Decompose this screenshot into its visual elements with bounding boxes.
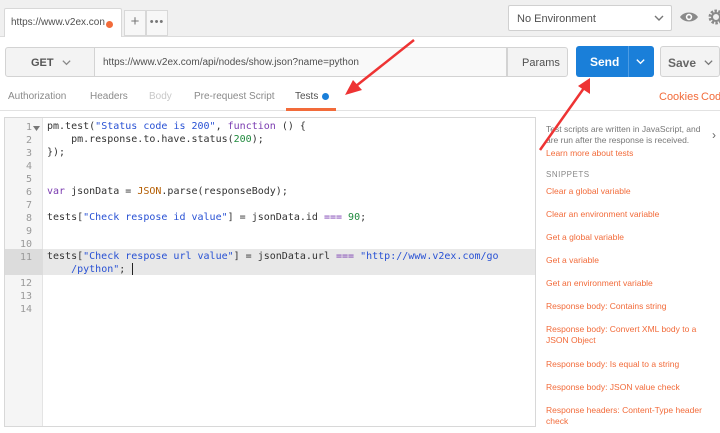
tab-tests[interactable]: Tests bbox=[295, 91, 318, 102]
line-number: 12 bbox=[19, 278, 32, 289]
send-label: Send bbox=[590, 55, 620, 69]
tab-pre-request-script[interactable]: Pre-request Script bbox=[194, 91, 275, 102]
line-number: 14 bbox=[19, 304, 32, 315]
tests-active-dot-icon bbox=[322, 93, 329, 100]
fold-arrow-icon[interactable] bbox=[33, 125, 40, 132]
save-label: Save bbox=[668, 56, 697, 70]
method-select[interactable]: GET bbox=[5, 47, 95, 77]
url-value: https://www.v2ex.com/api/nodes/show.json… bbox=[103, 57, 359, 68]
line-number: 8 bbox=[25, 213, 32, 224]
chevron-down-icon bbox=[654, 15, 664, 21]
code-line-3: }); bbox=[47, 147, 66, 158]
chevron-down-icon[interactable] bbox=[703, 57, 714, 68]
snippets-heading: SNIPPETS bbox=[546, 170, 590, 179]
tab-authorization[interactable]: Authorization bbox=[8, 91, 66, 102]
unsaved-dot-icon bbox=[106, 21, 113, 28]
request-tab-label: https://www.v2ex.con bbox=[11, 17, 105, 28]
code-line-11-wrap: /python"; bbox=[71, 264, 126, 275]
environment-label: No Environment bbox=[517, 13, 596, 25]
postman-window: https://www.v2ex.con + ••• No Environmen… bbox=[0, 0, 720, 433]
method-label: GET bbox=[31, 57, 54, 69]
tests-help-text: Test scripts are written in JavaScript, … bbox=[546, 124, 701, 145]
tab-body[interactable]: Body bbox=[149, 91, 172, 102]
line-number: 10 bbox=[19, 239, 32, 250]
code-line-2: pm.response.to.have.status(200); bbox=[47, 134, 264, 145]
line-number: 2 bbox=[25, 135, 32, 146]
line-number: 1 bbox=[25, 122, 32, 133]
snippets-panel: Test scripts are written in JavaScript, … bbox=[536, 112, 720, 433]
code-line-11: tests["Check respose url value"] = jsonD… bbox=[47, 251, 499, 262]
tests-code-editor[interactable]: 1 2 3 4 5 6 7 8 9 10 11 12 13 14 pm.test… bbox=[4, 117, 536, 427]
send-divider bbox=[628, 46, 629, 77]
line-number: 11 bbox=[19, 252, 32, 263]
code-line-1: pm.test("Status code is 200", function (… bbox=[47, 121, 306, 132]
learn-more-link[interactable]: Learn more about tests bbox=[546, 148, 633, 158]
url-input[interactable]: https://www.v2ex.com/api/nodes/show.json… bbox=[95, 47, 507, 77]
params-button[interactable]: Params bbox=[507, 47, 568, 77]
environment-select[interactable]: No Environment bbox=[508, 5, 672, 31]
line-number: 4 bbox=[25, 161, 32, 172]
cookies-link[interactable]: Cookies bbox=[659, 91, 699, 103]
code-line-6: var jsonData = JSON.parse(responseBody); bbox=[47, 186, 288, 197]
code-link[interactable]: Code bbox=[701, 91, 720, 103]
request-tab[interactable]: https://www.v2ex.con bbox=[4, 8, 122, 37]
chevron-down-icon[interactable] bbox=[635, 56, 646, 67]
snippet-item[interactable]: Get a variable bbox=[546, 255, 720, 266]
tab-headers[interactable]: Headers bbox=[90, 91, 128, 102]
snippet-item[interactable]: Response body: Convert XML body to a JSO… bbox=[546, 324, 720, 346]
request-subtabs: Authorization Headers Body Pre-request S… bbox=[0, 83, 720, 111]
snippet-item[interactable]: Response body: Is equal to a string bbox=[546, 359, 720, 370]
request-tab-bar: https://www.v2ex.con + ••• No Environmen… bbox=[0, 0, 720, 37]
snippet-item[interactable]: Clear an environment variable bbox=[546, 209, 720, 220]
send-button[interactable]: Send bbox=[576, 46, 654, 77]
more-tabs-button[interactable]: ••• bbox=[146, 10, 168, 36]
snippet-item[interactable]: Response headers: Content-Type header ch… bbox=[546, 405, 720, 427]
line-number: 6 bbox=[25, 187, 32, 198]
gear-icon[interactable] bbox=[705, 6, 720, 28]
line-number: 9 bbox=[25, 226, 32, 237]
line-number: 3 bbox=[25, 148, 32, 159]
add-tab-button[interactable]: + bbox=[124, 10, 146, 36]
eye-icon[interactable] bbox=[678, 6, 700, 28]
snippet-item[interactable]: Response body: Contains string bbox=[546, 301, 720, 312]
params-label: Params bbox=[522, 57, 560, 69]
snippet-item[interactable]: Response body: JSON value check bbox=[546, 382, 720, 393]
snippet-item[interactable]: Clear a global variable bbox=[546, 186, 720, 197]
active-tab-indicator bbox=[286, 108, 336, 111]
line-number: 7 bbox=[25, 200, 32, 211]
line-number: 5 bbox=[25, 174, 32, 185]
text-cursor bbox=[132, 263, 133, 275]
line-number: 13 bbox=[19, 291, 32, 302]
snippet-item[interactable]: Get an environment variable bbox=[546, 278, 720, 289]
snippet-item[interactable]: Get a global variable bbox=[546, 232, 720, 243]
line-number-gutter: 1 2 3 4 5 6 7 8 9 10 11 12 13 14 bbox=[5, 118, 43, 426]
save-button[interactable]: Save bbox=[660, 46, 720, 77]
collapse-panel-icon[interactable]: › bbox=[712, 128, 716, 142]
code-line-8: tests["Check respose id value"] = jsonDa… bbox=[47, 212, 367, 223]
chevron-down-icon bbox=[62, 60, 71, 66]
